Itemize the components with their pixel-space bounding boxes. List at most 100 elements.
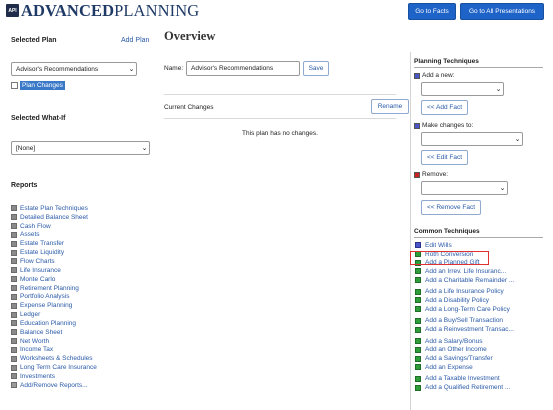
report-icon bbox=[11, 373, 17, 380]
technique-item[interactable]: Add a Qualified Retirement ... bbox=[415, 383, 514, 392]
report-link[interactable]: Monte Carlo bbox=[20, 276, 55, 283]
report-item[interactable]: Balance Sheet bbox=[11, 328, 151, 337]
chevron-down-icon: ⌄ bbox=[499, 185, 506, 192]
add-new-label: Add a new: bbox=[414, 72, 455, 79]
technique-item[interactable]: Edit Wills bbox=[415, 241, 514, 250]
report-link[interactable]: Assets bbox=[20, 231, 40, 238]
report-item[interactable]: Net Worth bbox=[11, 337, 151, 346]
no-changes-text: This plan has no changes. bbox=[242, 130, 318, 137]
technique-link[interactable]: Add a Qualified Retirement ... bbox=[425, 384, 510, 391]
report-item[interactable]: Flow Charts bbox=[11, 257, 151, 266]
technique-item[interactable]: Add a Buy/Sell Transaction bbox=[415, 317, 514, 326]
technique-link[interactable]: Add a Charitable Remainder ... bbox=[425, 277, 514, 284]
report-item[interactable]: Income Tax bbox=[11, 346, 151, 355]
report-link[interactable]: Ledger bbox=[20, 311, 40, 318]
report-link[interactable]: Estate Transfer bbox=[20, 240, 64, 247]
report-link[interactable]: Estate Plan Techniques bbox=[20, 205, 88, 212]
go-to-all-presentations-button[interactable]: Go to All Presentations bbox=[460, 3, 544, 20]
make-changes-select[interactable]: ⌄ bbox=[421, 132, 523, 146]
report-link[interactable]: Flow Charts bbox=[20, 258, 55, 265]
add-fact-button[interactable]: << Add Fact bbox=[421, 100, 468, 115]
remove-select[interactable]: ⌄ bbox=[421, 181, 508, 195]
technique-item[interactable]: Add an Irrev. Life Insuranc... bbox=[415, 267, 514, 276]
report-item[interactable]: Estate Transfer bbox=[11, 239, 151, 248]
technique-link[interactable]: Add a Buy/Sell Transaction bbox=[425, 317, 503, 324]
report-item[interactable]: Estate Plan Techniques bbox=[11, 204, 151, 213]
technique-link[interactable]: Edit Wills bbox=[425, 242, 452, 249]
report-item[interactable]: Detailed Balance Sheet bbox=[11, 213, 151, 222]
remove-fact-button[interactable]: << Remove Fact bbox=[421, 200, 481, 215]
go-to-facts-button[interactable]: Go to Facts bbox=[408, 3, 456, 20]
technique-link[interactable]: Add a Reinvestment Transac... bbox=[425, 326, 514, 333]
technique-link[interactable]: Add a Life Insurance Policy bbox=[425, 288, 504, 295]
report-icon bbox=[11, 355, 17, 362]
technique-link[interactable]: Add a Salary/Bonus bbox=[425, 338, 482, 345]
add-remove-reports[interactable]: Add/Remove Reports... bbox=[11, 381, 151, 390]
report-item[interactable]: Education Planning bbox=[11, 319, 151, 328]
make-changes-text: Make changes to: bbox=[422, 122, 474, 129]
plan-changes-label[interactable]: Plan Changes bbox=[20, 81, 65, 90]
add-icon bbox=[415, 375, 421, 382]
report-icon bbox=[11, 293, 17, 300]
current-changes-title: Current Changes bbox=[164, 104, 214, 111]
report-link[interactable]: Detailed Balance Sheet bbox=[20, 214, 88, 221]
technique-link[interactable]: Add an Expense bbox=[425, 364, 473, 371]
report-link[interactable]: Income Tax bbox=[20, 346, 53, 353]
technique-item[interactable]: Add a Disability Policy bbox=[415, 296, 514, 305]
report-link[interactable]: Education Planning bbox=[20, 320, 76, 327]
report-link[interactable]: Life Insurance bbox=[20, 267, 61, 274]
report-item[interactable]: Retirement Planning bbox=[11, 284, 151, 293]
plan-name-input[interactable]: Advisor's Recommendations bbox=[186, 61, 300, 76]
report-item[interactable]: Life Insurance bbox=[11, 266, 151, 275]
rename-button[interactable]: Rename bbox=[371, 99, 409, 114]
report-item[interactable]: Cash Flow bbox=[11, 222, 151, 231]
technique-item[interactable]: Add a Salary/Bonus bbox=[415, 337, 514, 346]
report-link[interactable]: Investments bbox=[20, 373, 55, 380]
technique-item[interactable]: Add a Charitable Remainder ... bbox=[415, 276, 514, 285]
report-item[interactable]: Investments bbox=[11, 372, 151, 381]
whatif-select[interactable]: [None] ⌄ bbox=[11, 141, 150, 155]
technique-item[interactable]: Add a Savings/Transfer bbox=[415, 354, 514, 363]
technique-link[interactable]: Add a Savings/Transfer bbox=[425, 355, 493, 362]
technique-link[interactable]: Add a Taxable Investment bbox=[425, 375, 500, 382]
report-icon bbox=[11, 364, 17, 371]
technique-item[interactable]: Add a Long-Term Care Policy bbox=[415, 305, 514, 314]
technique-link[interactable]: Add a Disability Policy bbox=[425, 297, 489, 304]
report-icon bbox=[11, 231, 17, 238]
technique-link[interactable]: Add a Long-Term Care Policy bbox=[425, 306, 510, 313]
save-button[interactable]: Save bbox=[303, 61, 329, 76]
technique-item[interactable]: Add a Reinvestment Transac... bbox=[415, 325, 514, 334]
report-link[interactable]: Worksheets & Schedules bbox=[20, 355, 93, 362]
add-plan-link[interactable]: Add Plan bbox=[121, 37, 149, 44]
report-link[interactable]: Long Term Care Insurance bbox=[20, 364, 97, 371]
add-remove-reports-link[interactable]: Add/Remove Reports... bbox=[20, 382, 88, 389]
technique-link[interactable]: Add an Other Income bbox=[425, 346, 487, 353]
report-item[interactable]: Ledger bbox=[11, 310, 151, 319]
report-item[interactable]: Worksheets & Schedules bbox=[11, 354, 151, 363]
report-link[interactable]: Net Worth bbox=[20, 338, 49, 345]
report-link[interactable]: Cash Flow bbox=[20, 223, 51, 230]
report-item[interactable]: Long Term Care Insurance bbox=[11, 363, 151, 372]
technique-item[interactable]: Add a Taxable Investment bbox=[415, 375, 514, 384]
add-icon bbox=[415, 338, 421, 345]
report-item[interactable]: Monte Carlo bbox=[11, 275, 151, 284]
report-item[interactable]: Portfolio Analysis bbox=[11, 292, 151, 301]
report-link[interactable]: Expense Planning bbox=[20, 302, 72, 309]
edit-fact-button[interactable]: << Edit Fact bbox=[421, 150, 468, 165]
report-item[interactable]: Assets bbox=[11, 231, 151, 240]
report-item[interactable]: Estate Liquidity bbox=[11, 248, 151, 257]
plan-changes-toggle[interactable]: Plan Changes bbox=[11, 81, 65, 90]
technique-item[interactable]: Add an Expense bbox=[415, 363, 514, 372]
report-link[interactable]: Retirement Planning bbox=[20, 285, 79, 292]
plan-select[interactable]: Advisor's Recommendations ⌄ bbox=[11, 62, 137, 76]
report-item[interactable]: Expense Planning bbox=[11, 301, 151, 310]
chevron-down-icon: ⌄ bbox=[514, 136, 521, 143]
plan-changes-checkbox[interactable] bbox=[11, 82, 18, 89]
report-link[interactable]: Estate Liquidity bbox=[20, 249, 64, 256]
add-new-select[interactable]: ⌄ bbox=[421, 82, 504, 96]
report-link[interactable]: Portfolio Analysis bbox=[20, 293, 70, 300]
report-link[interactable]: Balance Sheet bbox=[20, 329, 62, 336]
technique-item[interactable]: Add a Life Insurance Policy bbox=[415, 287, 514, 296]
technique-item[interactable]: Add an Other Income bbox=[415, 346, 514, 355]
technique-link[interactable]: Add an Irrev. Life Insuranc... bbox=[425, 268, 506, 275]
